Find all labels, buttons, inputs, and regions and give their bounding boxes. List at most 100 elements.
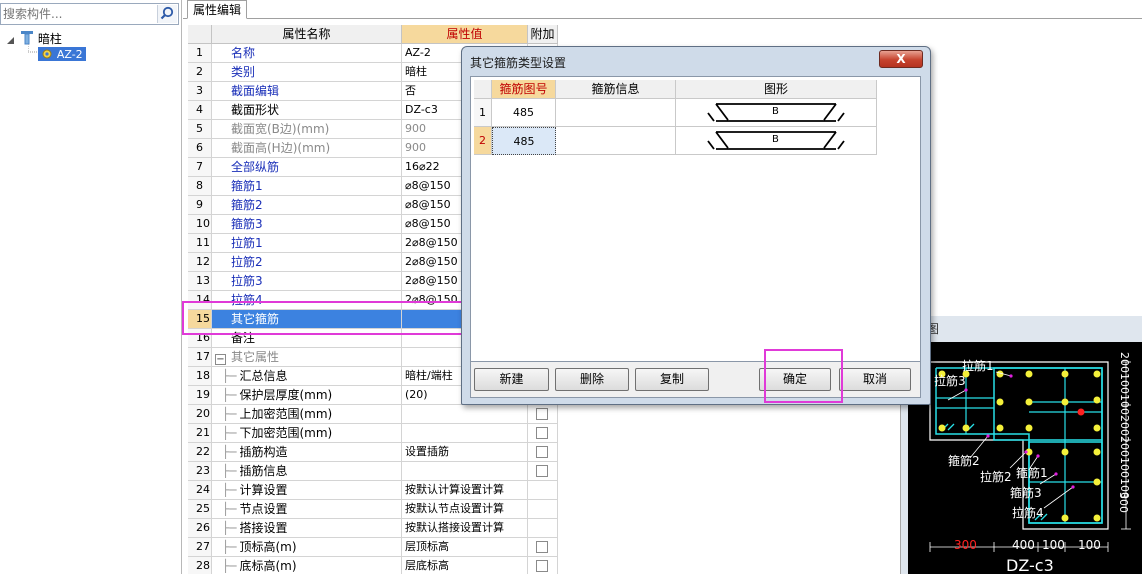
property-value[interactable]: [402, 462, 528, 481]
row-number: 20: [188, 405, 212, 424]
tree-branch-line: ├─: [222, 407, 237, 421]
add-checkbox[interactable]: [536, 408, 548, 420]
label-tie3: 拉筋3: [934, 374, 966, 388]
add-checkbox[interactable]: [536, 465, 548, 477]
property-name-text: 上加密范围(mm): [239, 407, 333, 421]
dialog-title: 其它箍筋类型设置: [470, 56, 567, 70]
add-cell: [528, 481, 558, 500]
stirrup-row-number: 1: [474, 99, 492, 127]
tree-branch-line: ├─: [222, 426, 237, 440]
property-value[interactable]: 按默认搭接设置计算: [402, 519, 528, 538]
header-property-value[interactable]: 属性值: [402, 25, 528, 44]
dim-bottom-4: 100: [1078, 538, 1101, 552]
property-name-text: 节点设置: [239, 502, 288, 516]
property-value[interactable]: 按默认节点设置计算: [402, 500, 528, 519]
property-value[interactable]: 层顶标高: [402, 538, 528, 557]
row-number: 2: [188, 63, 212, 82]
property-name: ├─ 顶标高(m): [212, 538, 402, 557]
property-name: ├─ 上加密范围(mm): [212, 405, 402, 424]
tree-connector: [28, 44, 38, 53]
new-button[interactable]: 新建: [474, 368, 549, 391]
property-name: 类别: [212, 63, 402, 82]
row-number: 13: [188, 272, 212, 291]
row-number: 1: [188, 44, 212, 63]
row-number: 7: [188, 158, 212, 177]
add-checkbox[interactable]: [536, 541, 548, 553]
add-checkbox[interactable]: [536, 560, 548, 572]
tab-property-editor[interactable]: 属性编辑: [187, 0, 248, 19]
property-name-text: 顶标高(m): [239, 540, 297, 554]
property-value[interactable]: 层底标高: [402, 557, 528, 574]
close-button[interactable]: X: [879, 50, 923, 68]
dialog-button-bar: 新建 删除 复制 确定 取消: [470, 362, 921, 398]
tree-node-column-type[interactable]: 暗柱: [20, 30, 62, 46]
stirrup-header-figure[interactable]: 图形: [676, 80, 877, 99]
property-name: 截面高(H边)(mm): [212, 139, 402, 158]
property-value[interactable]: [402, 424, 528, 443]
dim-right-bottom: 300: [1117, 492, 1130, 513]
property-name: 拉筋2: [212, 253, 402, 272]
stirrup-figure[interactable]: B: [676, 99, 877, 127]
stirrup-info[interactable]: [556, 99, 676, 127]
stirrup-shape-number[interactable]: 485: [492, 99, 556, 127]
property-name: ├─ 插筋构造: [212, 443, 402, 462]
property-name: 截面编辑: [212, 82, 402, 101]
dim-bottom-3: 100: [1042, 538, 1065, 552]
row-number: 24: [188, 481, 212, 500]
section-canvas[interactable]: 拉筋1 拉筋3 箍筋2 拉筋2 箍筋1 箍筋3 拉筋4 300 400 100 …: [908, 342, 1142, 574]
highlight-other-stirrup-row: [182, 301, 464, 335]
search-input[interactable]: [3, 6, 153, 22]
row-number: 21: [188, 424, 212, 443]
cancel-button[interactable]: 取消: [839, 368, 911, 391]
property-value[interactable]: 按默认计算设置计算: [402, 481, 528, 500]
property-name: 截面形状: [212, 101, 402, 120]
property-name: 拉筋3: [212, 272, 402, 291]
stirrup-header-corner: [474, 80, 492, 99]
property-value[interactable]: [402, 405, 528, 424]
tree-child-selected[interactable]: AZ-2: [38, 47, 86, 61]
copy-button[interactable]: 复制: [635, 368, 709, 391]
row-number: 25: [188, 500, 212, 519]
label-hoop3: 箍筋3: [1010, 486, 1042, 500]
property-name: 箍筋1: [212, 177, 402, 196]
property-value[interactable]: 设置插筋: [402, 443, 528, 462]
row-number: 19: [188, 386, 212, 405]
row-number: 12: [188, 253, 212, 272]
property-name: ├─ 底标高(m): [212, 557, 402, 574]
header-add[interactable]: 附加: [528, 25, 558, 44]
add-checkbox[interactable]: [536, 446, 548, 458]
stirrup-shape-number[interactable]: 485: [492, 127, 556, 155]
close-icon: X: [896, 52, 906, 66]
row-number: 3: [188, 82, 212, 101]
delete-button[interactable]: 删除: [555, 368, 629, 391]
add-cell: [528, 424, 558, 443]
tree-root-label: 暗柱: [37, 32, 62, 46]
tree-child-label: AZ-2: [56, 48, 83, 61]
property-name: 箍筋2: [212, 196, 402, 215]
dim-right-b: 100: [1118, 373, 1131, 394]
property-name: ├─ 下加密范围(mm): [212, 424, 402, 443]
row-number: 18: [188, 367, 212, 386]
dim-right-d: 200: [1118, 415, 1131, 436]
search-button[interactable]: [157, 5, 177, 23]
tree-node-az2[interactable]: AZ-2: [38, 46, 86, 62]
property-name: 全部纵筋: [212, 158, 402, 177]
app-window: 暗柱 AZ-2 属性编辑 属性名称 属性值 附加 1名称AZ-22类别暗柱3截面…: [0, 0, 1142, 574]
property-name-text: 搭接设置: [239, 521, 288, 535]
stirrup-header-info[interactable]: 箍筋信息: [556, 80, 676, 99]
tree-branch-line: ├─: [222, 369, 237, 383]
add-checkbox[interactable]: [536, 427, 548, 439]
stirrup-figure-label: B: [772, 106, 779, 117]
stirrup-info[interactable]: [556, 127, 676, 155]
dim-right-e: 200: [1118, 436, 1131, 457]
stirrup-header-shape-no[interactable]: 箍筋图号: [492, 80, 556, 99]
row-number: 22: [188, 443, 212, 462]
search-box: [0, 3, 179, 25]
header-property-name[interactable]: 属性名称: [212, 25, 402, 44]
stirrup-figure[interactable]: B: [676, 127, 877, 155]
dim-right-a: 200: [1118, 352, 1131, 373]
tree-branch-line: ├─: [222, 540, 237, 554]
stirrup-figure-label: B: [772, 134, 779, 145]
collapse-triangle-icon[interactable]: [6, 36, 15, 45]
collapse-minus-icon[interactable]: −: [215, 354, 226, 365]
